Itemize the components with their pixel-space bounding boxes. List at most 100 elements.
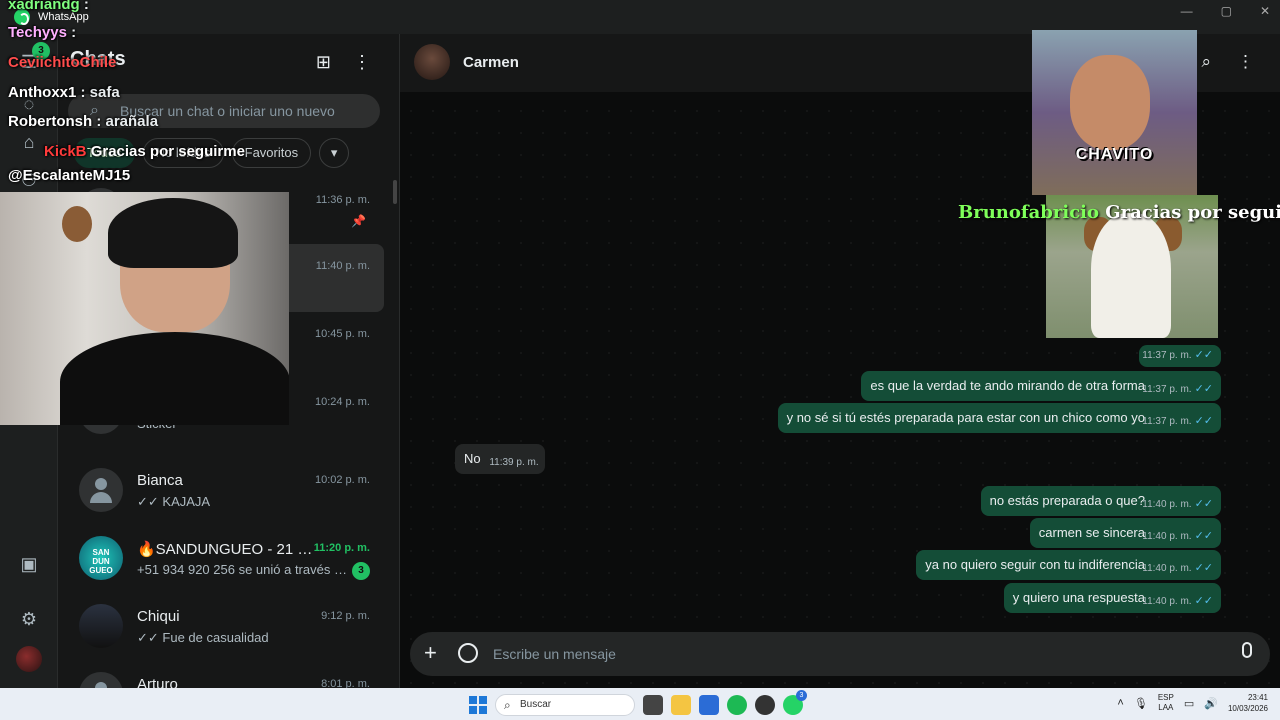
clock[interactable]: 23:41 10/03/2026 [1228,692,1268,714]
menu-icon[interactable]: ⋮ [1237,52,1254,72]
volume-icon[interactable]: 🔊 [1204,697,1218,710]
streamer-hair [108,198,238,268]
chat-name: 🔥SANDUNGUEO - 21 de ... [137,541,317,558]
message-bubble-out[interactable]: ya no quiero seguir con tu indiferencia … [916,550,1221,580]
system-tray: ˄ 🎙 ESP LAA ▭ 🔊 23:41 10/03/2026 [1117,692,1268,714]
message-input[interactable]: Escribe un mensaje [493,632,616,676]
message-bubble-out[interactable]: 11:37 p. m. ✓✓ [1139,345,1221,367]
chat-time: 10:02 p. m. [314,474,370,486]
chat-preview: +51 934 920 256 se unió a través d... [137,562,347,577]
message-composer: + Escribe un mensaje [410,632,1270,676]
message-time: 11:39 p. m. [489,457,539,468]
media-icon[interactable]: ▣ [17,552,41,576]
chevron-up-icon[interactable]: ˄ [1117,697,1123,709]
read-ticks-icon: ✓✓ [1194,349,1213,361]
chat-time: 11:20 p. m. [313,542,370,554]
message-time: 11:40 p. m. ✓✓ [1142,595,1213,607]
spotify-icon[interactable] [727,695,747,715]
settings-gear-icon[interactable]: ⚙ [17,607,41,631]
stream-chat-line: Techyys : [8,24,77,41]
file-explorer-icon[interactable] [671,695,691,715]
group-avatar-text: SAN DUN GUEO [89,548,113,575]
message-bubble-in[interactable]: No 11:39 p. m. [455,444,545,474]
avatar [79,604,123,648]
message-bubble-out[interactable]: no estás preparada o que? 11:40 p. m. ✓✓ [980,486,1221,516]
language-indicator[interactable]: ESP LAA [1158,693,1174,713]
stream-chat-line: KickB Gracias por seguirme [44,143,245,160]
sticker-emoji-icon[interactable] [458,643,478,663]
conversation-actions: ⌕ ⋮ [1201,52,1254,72]
message-bubble-out[interactable]: y quiero una respuesta 11:40 p. m. ✓✓ [1003,583,1221,613]
chat-preview: ✓✓ Fue de casualidad [137,630,269,645]
message-time: 11:37 p. m. ✓✓ [1142,415,1213,427]
chat-name: Arturo [137,676,178,688]
message-time: 11:37 p. m. ✓✓ [1142,383,1213,395]
taskbar-search[interactable]: Buscar [495,694,635,716]
profile-avatar[interactable] [16,646,42,672]
stream-chat-line: @EscalanteMJ15 [8,167,131,184]
network-icon[interactable]: ▭ [1184,697,1194,710]
chat-preview: ✓✓ KAJAJA [137,494,211,509]
search-icon[interactable]: ⌕ [1201,52,1211,72]
chat-time: 11:40 p. m. [315,260,370,272]
message-bubble-out[interactable]: carmen se sincera 11:40 p. m. ✓✓ [1029,518,1221,548]
kid-face [1070,55,1150,150]
menu-icon[interactable]: ⋮ [353,52,371,73]
read-ticks-icon: ✓✓ [1194,530,1213,542]
read-ticks-icon: ✓✓ [1194,595,1213,607]
attach-plus-icon[interactable]: + [424,640,437,666]
title-bar: WhatsApp — ▢ ✕ [0,0,1280,34]
follow-alert: Brunofabricio Gracias por seguirme!! [958,202,1280,223]
whatsapp-badge: 3 [796,690,807,701]
chat-row[interactable]: Bianca 10:02 p. m. ✓✓ KAJAJA [66,458,384,526]
avatar [79,672,123,688]
message-time: 11:40 p. m. ✓✓ [1142,530,1213,542]
message-text: es que la verdad te ando mirando de otra… [870,378,1145,393]
follow-user: Brunofabricio [958,202,1099,223]
chat-row[interactable]: SAN DUN GUEO 🔥SANDUNGUEO - 21 de ... 11:… [66,526,384,594]
follow-text: Gracias por seguirme!! [1105,202,1280,223]
contact-avatar[interactable] [414,44,450,80]
contact-name[interactable]: Carmen [463,54,519,71]
windows-start-icon[interactable] [469,696,487,714]
store-icon[interactable] [699,695,719,715]
message-bubble-out[interactable]: es que la verdad te ando mirando de otra… [861,371,1221,401]
read-ticks-icon: ✓✓ [1194,415,1213,427]
unread-badge: 3 [352,562,370,580]
sidebar-actions: ⊞ ⋮ [316,52,371,73]
whatsapp-taskbar-icon[interactable]: 3 [783,690,807,715]
pin-icon: 📌 [351,214,366,228]
mic-tray-icon[interactable]: 🎙 [1134,697,1148,710]
streamer-shirt [60,332,289,425]
stream-chat-line: xadriandg : [8,0,89,13]
obs-icon[interactable] [755,695,775,715]
avatar [79,468,123,512]
chat-time: 10:24 p. m. [314,396,370,408]
minimize-button[interactable]: — [1181,4,1193,18]
close-button[interactable]: ✕ [1260,4,1270,18]
task-view-icon[interactable] [643,695,663,715]
chat-name: Bianca [137,472,183,489]
group-avatar: SAN DUN GUEO [79,536,123,580]
chat-time: 8:01 p. m. [321,678,370,688]
taskbar: Buscar 3 ˄ 🎙 ESPLAA ▭ 🔊 23:4110/03/2026 [0,688,1280,720]
filter-dropdown-chevron-icon[interactable]: ▾ [319,138,350,168]
channels-icon[interactable]: ⌂ [17,130,41,154]
new-chat-icon[interactable]: ⊞ [316,52,331,73]
webcam-overlay [0,192,289,425]
microphone-icon[interactable] [1242,642,1252,658]
message-time: 11:37 p. m. ✓✓ [1142,349,1213,361]
chavito-gif-overlay: CHAVITO [1032,30,1197,195]
chat-row[interactable]: Chiqui 9:12 p. m. ✓✓ Fue de casualidad [66,594,384,662]
stream-chat-line: Robertonsh : arañala [8,113,159,130]
teddy-bear [62,206,92,242]
message-bubble-out[interactable]: y no sé si tú estés preparada para estar… [777,403,1221,433]
chat-row[interactable]: Arturo 8:01 p. m. [66,662,384,688]
chat-time: 10:45 p. m. [314,328,370,340]
message-time: 11:40 p. m. ✓✓ [1142,562,1213,574]
chat-time: 11:36 p. m. [315,194,370,206]
chat-time: 9:12 p. m. [321,610,370,622]
chat-name: Chiqui [137,608,180,625]
maximize-button[interactable]: ▢ [1221,4,1232,18]
scrollbar[interactable] [393,180,397,204]
